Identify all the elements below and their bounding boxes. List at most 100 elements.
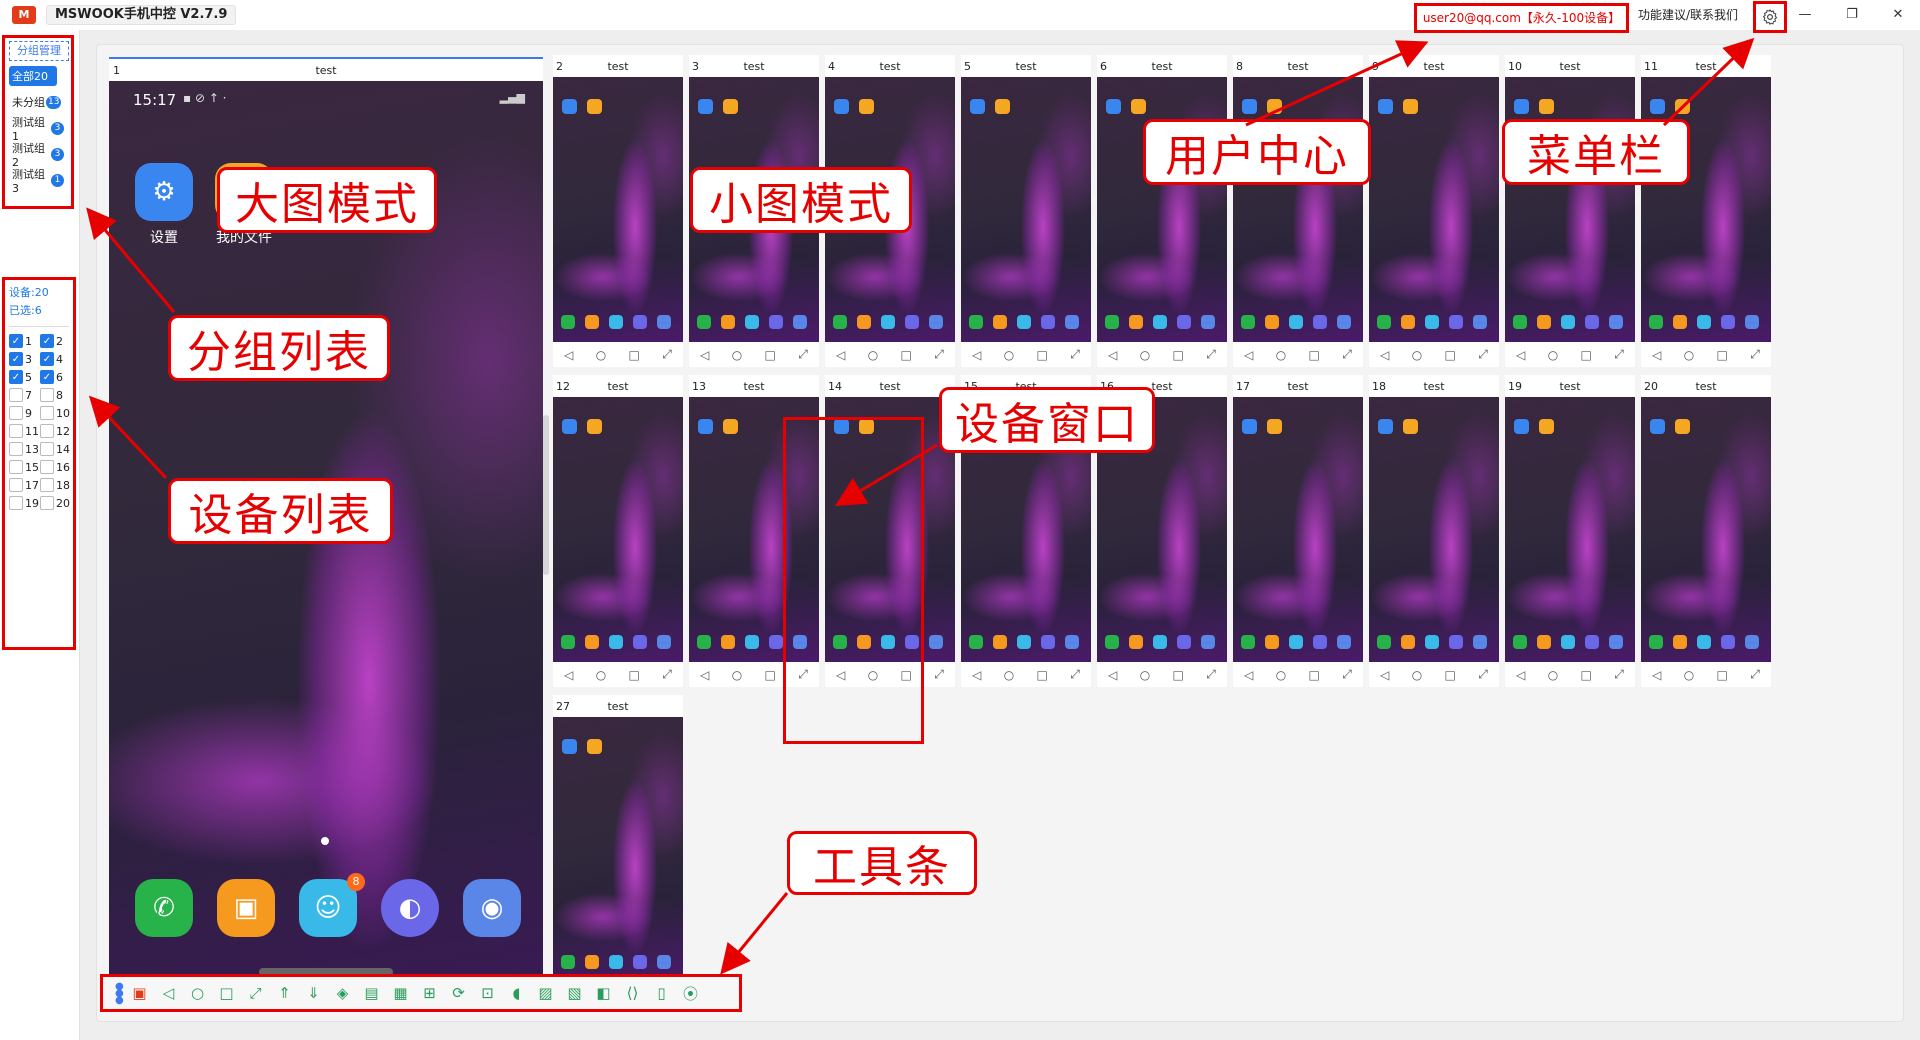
device-thumbnail[interactable]: 19 test ◁ ○ □ ⤢ bbox=[1505, 375, 1635, 687]
device-screen[interactable] bbox=[1369, 77, 1499, 342]
checkbox-icon[interactable] bbox=[9, 460, 23, 474]
checkbox-icon[interactable] bbox=[9, 442, 23, 456]
home-icon[interactable]: ○ bbox=[1140, 348, 1150, 362]
home-icon[interactable]: ○ bbox=[868, 348, 878, 362]
phone-app-icon[interactable]: ✆ bbox=[135, 879, 193, 937]
minimize-button[interactable]: — bbox=[1795, 6, 1815, 24]
device-checkbox-item[interactable]: ✓ 2 bbox=[40, 333, 71, 349]
checkbox-icon[interactable] bbox=[40, 424, 54, 438]
screen-off-icon[interactable]: ▨ bbox=[531, 979, 560, 1007]
expand-icon[interactable]: ⤢ bbox=[1750, 347, 1760, 362]
expand-icon[interactable]: ⤢ bbox=[662, 347, 672, 362]
home-icon[interactable]: ○ bbox=[183, 979, 212, 1007]
home-icon[interactable]: ○ bbox=[1684, 668, 1694, 682]
browser-app-icon[interactable]: ◐ bbox=[381, 879, 439, 937]
checkbox-checked-icon[interactable]: ✓ bbox=[40, 370, 54, 384]
device-checkbox-item[interactable]: 12 bbox=[40, 423, 71, 439]
expand-icon[interactable]: ⤢ bbox=[1070, 347, 1080, 362]
device-screen[interactable] bbox=[1505, 397, 1635, 662]
settings-app-icon[interactable]: ⚙ bbox=[135, 163, 193, 221]
home-icon[interactable]: ○ bbox=[1276, 668, 1286, 682]
checkbox-icon[interactable] bbox=[9, 496, 23, 510]
device-checkbox-item[interactable]: 14 bbox=[40, 441, 71, 457]
back-icon[interactable]: ◁ bbox=[1652, 348, 1661, 362]
checkbox-icon[interactable] bbox=[40, 442, 54, 456]
device-checkbox-item[interactable]: 9 bbox=[9, 405, 40, 421]
recents-icon[interactable]: □ bbox=[901, 348, 912, 362]
expand-icon[interactable]: ⤢ bbox=[1614, 667, 1624, 682]
device-thumbnail[interactable]: 2 test ◁ ○ □ ⤢ bbox=[553, 55, 683, 367]
back-icon[interactable]: ◁ bbox=[1380, 348, 1389, 362]
code-icon[interactable]: ⟨⟩ bbox=[618, 979, 647, 1007]
device-checkbox-item[interactable]: 8 bbox=[40, 387, 71, 403]
back-icon[interactable]: ◁ bbox=[1244, 668, 1253, 682]
contacts-app-icon[interactable]: ▣ bbox=[217, 879, 275, 937]
splitter-handle[interactable] bbox=[543, 415, 549, 575]
home-icon[interactable]: ○ bbox=[1684, 348, 1694, 362]
checkbox-icon[interactable] bbox=[40, 460, 54, 474]
recents-icon[interactable]: □ bbox=[1717, 668, 1728, 682]
restore-button[interactable]: ❐ bbox=[1842, 6, 1862, 24]
checkbox-checked-icon[interactable]: ✓ bbox=[40, 352, 54, 366]
text-input-icon[interactable]: ▤ bbox=[357, 979, 386, 1007]
home-icon[interactable]: ○ bbox=[1548, 668, 1558, 682]
device-screen[interactable] bbox=[1369, 397, 1499, 662]
device-screen[interactable] bbox=[1641, 77, 1771, 342]
checkbox-icon[interactable] bbox=[9, 478, 23, 492]
group-item-test1[interactable]: 测试组1 3 bbox=[9, 116, 67, 143]
recents-icon[interactable]: □ bbox=[212, 979, 241, 1007]
recents-icon[interactable]: □ bbox=[1309, 348, 1320, 362]
recents-icon[interactable]: □ bbox=[1581, 668, 1592, 682]
mouse-icon[interactable]: ◖ bbox=[502, 979, 531, 1007]
expand-icon[interactable]: ⤢ bbox=[1478, 667, 1488, 682]
checkbox-icon[interactable] bbox=[40, 496, 54, 510]
device-screen[interactable] bbox=[553, 397, 683, 662]
recents-icon[interactable]: □ bbox=[1717, 348, 1728, 362]
device-screen[interactable] bbox=[553, 717, 683, 982]
drag-handle-icon[interactable]: ● ● ● bbox=[115, 982, 124, 1006]
checkbox-checked-icon[interactable]: ✓ bbox=[9, 370, 23, 384]
back-icon[interactable]: ◁ bbox=[972, 668, 981, 682]
device-checkbox-item[interactable]: 16 bbox=[40, 459, 71, 475]
device-screen[interactable] bbox=[1505, 77, 1635, 342]
scroll-up-icon[interactable]: ⇑ bbox=[270, 979, 299, 1007]
back-icon[interactable]: ◁ bbox=[1516, 348, 1525, 362]
device-thumbnail[interactable]: 18 test ◁ ○ □ ⤢ bbox=[1369, 375, 1499, 687]
no-display-icon[interactable]: ▧ bbox=[560, 979, 589, 1007]
recents-icon[interactable]: □ bbox=[1037, 668, 1048, 682]
home-icon[interactable]: ○ bbox=[596, 348, 606, 362]
device-thumbnail[interactable]: 12 test ◁ ○ □ ⤢ bbox=[553, 375, 683, 687]
checkbox-icon[interactable] bbox=[40, 388, 54, 402]
checkbox-icon[interactable] bbox=[40, 478, 54, 492]
expand-icon[interactable]: ⤢ bbox=[1750, 667, 1760, 682]
scroll-down-icon[interactable]: ⇓ bbox=[299, 979, 328, 1007]
device-checkbox-item[interactable]: ✓ 5 bbox=[9, 369, 40, 385]
recents-icon[interactable]: □ bbox=[1581, 348, 1592, 362]
device-checkbox-item[interactable]: 19 bbox=[9, 495, 40, 511]
sidebar-icon[interactable]: ◧ bbox=[589, 979, 618, 1007]
back-icon[interactable]: ◁ bbox=[972, 348, 981, 362]
group-item-all[interactable]: 全部 20 bbox=[9, 66, 57, 86]
group-manage-button[interactable]: 分组管理 bbox=[9, 41, 69, 61]
checkbox-checked-icon[interactable]: ✓ bbox=[40, 334, 54, 348]
back-icon[interactable]: ◁ bbox=[1108, 348, 1117, 362]
expand-icon[interactable]: ⤢ bbox=[1614, 347, 1624, 362]
checkbox-icon[interactable] bbox=[9, 406, 23, 420]
back-icon[interactable]: ◁ bbox=[564, 348, 573, 362]
expand-icon[interactable]: ⤢ bbox=[934, 347, 944, 362]
device-thumbnail[interactable]: 20 test ◁ ○ □ ⤢ bbox=[1641, 375, 1771, 687]
vibrate-icon[interactable]: ⦿ bbox=[676, 979, 705, 1007]
device-checkbox-item[interactable]: 11 bbox=[9, 423, 40, 439]
checkbox-checked-icon[interactable]: ✓ bbox=[9, 334, 23, 348]
recents-icon[interactable]: □ bbox=[629, 348, 640, 362]
recents-icon[interactable]: □ bbox=[1037, 348, 1048, 362]
device-checkbox-item[interactable]: 17 bbox=[9, 477, 40, 493]
device-thumbnail[interactable]: 11 test ◁ ○ □ ⤢ bbox=[1641, 55, 1771, 367]
recents-icon[interactable]: □ bbox=[1309, 668, 1320, 682]
checkbox-icon[interactable] bbox=[9, 388, 23, 402]
user-center-button[interactable]: user20@qq.com【永久-100设备】 bbox=[1414, 3, 1629, 33]
back-icon[interactable]: ◁ bbox=[1380, 668, 1389, 682]
device-screen[interactable] bbox=[553, 77, 683, 342]
back-icon[interactable]: ◁ bbox=[700, 348, 709, 362]
camera-app-icon[interactable]: ◉ bbox=[463, 879, 521, 937]
